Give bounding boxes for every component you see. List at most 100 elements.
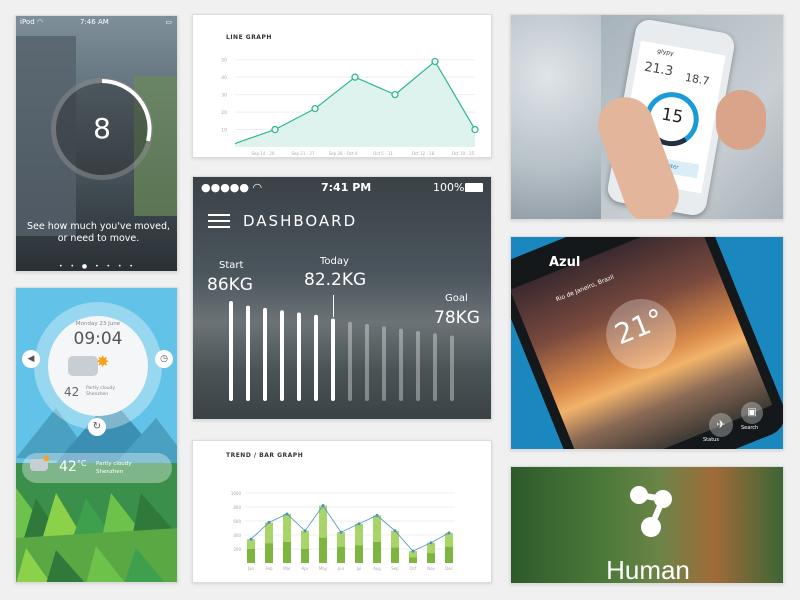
clock-city: Shenzhen xyxy=(86,392,109,397)
background-blur xyxy=(511,15,601,219)
weight-bar xyxy=(297,312,301,401)
weight-bar xyxy=(314,314,318,401)
clock-date: Monday 23 June xyxy=(75,321,121,327)
trend-bar-chart: 200 400 600 800 1000 Jan Feb Mar Apr May Jun Jul Aug… xyxy=(231,491,455,571)
line-graph-chart: 10 20 30 40 50 Sep 14 - 20 Sep 21 - 27 Sep 28 -… xyxy=(221,57,479,156)
bar-lower xyxy=(355,545,363,563)
weight-bar xyxy=(365,324,369,401)
data-point xyxy=(351,73,359,81)
dashboard-screen: ●●●●● ◠ 7:41 PM 100% DASHBOARD Start 86K… xyxy=(192,176,492,420)
weight-bar xyxy=(229,301,233,401)
x-tick-label: Jun xyxy=(337,566,345,571)
widget-sun-icon: ✸ xyxy=(42,454,51,465)
x-tick-label: Oct xyxy=(410,566,417,571)
trend-point xyxy=(375,513,379,517)
y-tick-label: 800 xyxy=(233,505,241,510)
trend-point xyxy=(339,530,343,534)
data-point xyxy=(471,125,479,134)
trend-bar-graph-card: TREND / BAR GRAPH 200 400 600 800 1000 Jan Feb… xyxy=(192,440,492,583)
weight-bar xyxy=(416,330,420,401)
data-point xyxy=(391,90,399,99)
status-label: Status xyxy=(703,437,719,443)
widget-temp: 42 xyxy=(59,459,77,475)
clock-time: 09:04 xyxy=(73,329,123,349)
thumb xyxy=(716,90,766,150)
x-tick-label: Sep 28 - Oct 4 xyxy=(329,151,358,156)
trend-point xyxy=(321,504,325,508)
page-dots[interactable]: • • ● • • • • xyxy=(16,263,177,270)
weight-bar xyxy=(263,307,267,401)
trend-point xyxy=(429,541,433,545)
human-app-card: Human xyxy=(510,466,784,584)
trend-point xyxy=(267,520,271,524)
weight-bar-chart xyxy=(229,301,454,401)
alarm-icon[interactable]: ◷ xyxy=(155,350,173,368)
trend-point xyxy=(447,531,451,535)
bar-lower xyxy=(391,547,399,563)
wifi-icon: ◠ xyxy=(36,18,43,26)
left-stat: 21.3 xyxy=(643,59,675,80)
bar-lower xyxy=(409,557,417,563)
trend-line xyxy=(250,504,450,552)
x-tick-label: Feb xyxy=(265,566,273,571)
y-tick-label: 1000 xyxy=(231,491,242,496)
trend-point xyxy=(357,522,361,526)
x-tick-label: Jan xyxy=(247,566,255,571)
y-tick-label: 600 xyxy=(233,519,241,524)
weight-bar xyxy=(280,310,284,401)
widget-unit: °C xyxy=(77,459,87,468)
trend-point xyxy=(411,549,415,553)
sound-icon[interactable]: ◀ xyxy=(22,350,40,368)
x-tick-label: Nov xyxy=(427,566,435,571)
bar-lower xyxy=(301,549,309,563)
sun-icon: ✸ xyxy=(96,352,110,371)
y-tick-label: 10 xyxy=(221,128,227,134)
weight-bar xyxy=(246,305,250,401)
weight-bar xyxy=(399,328,403,401)
line-graph-card: LINE GRAPH 10 20 30 40 50 Sep 14 - 20 Sep 21 -… xyxy=(192,14,492,158)
refresh-icon[interactable]: ↻ xyxy=(88,418,106,436)
activity-ring-value: 8 xyxy=(93,112,111,145)
y-tick-label: 200 xyxy=(233,547,241,552)
human-logo xyxy=(630,486,672,537)
data-point xyxy=(271,125,279,134)
y-tick-label: 400 xyxy=(233,533,241,538)
status-bar: iPod ◠ 7:46 AM ▭ xyxy=(20,18,176,30)
bar-lower xyxy=(319,537,327,563)
x-tick-label: Oct 12 - 18 xyxy=(412,151,435,156)
weight-bar xyxy=(382,326,386,401)
bar-lower xyxy=(337,546,345,563)
phone-photo-card: glypy 21.3 18.7 15 82% Water xyxy=(510,14,784,220)
x-tick-label: Oct 19 - 25 xyxy=(452,151,475,156)
weather-clock-screen: Monday 23 June 09:04 ✸ 42 Partly cloudy … xyxy=(15,287,178,583)
briefcase-icon[interactable]: ▣ xyxy=(741,402,763,424)
widget-condition: Partly cloudy xyxy=(96,461,132,467)
weight-bar xyxy=(433,333,437,401)
x-tick-label: Dec xyxy=(445,566,453,571)
trend-point xyxy=(393,529,397,533)
trend-point xyxy=(303,529,307,533)
right-stat: 18.7 xyxy=(684,70,711,89)
trend-point xyxy=(249,537,253,541)
x-tick-label: Sep xyxy=(391,566,399,571)
y-tick-label: 30 xyxy=(221,93,227,99)
weight-bar xyxy=(331,318,335,401)
weather-widget[interactable]: ✸ 42 °C Partly cloudy Shenzhen xyxy=(22,453,172,483)
brand-logo: Azul xyxy=(549,255,581,270)
bar-lower xyxy=(247,549,255,563)
cloud-icon xyxy=(68,356,98,376)
x-tick-label: Apr xyxy=(302,566,309,571)
activity-app-screen: iPod ◠ 7:46 AM ▭ 8 See how much you've m… xyxy=(15,15,178,272)
y-tick-label: 40 xyxy=(221,75,227,81)
device-label: iPod xyxy=(20,18,35,26)
search-label: Search xyxy=(741,425,759,431)
x-tick-label: Sep 14 - 20 xyxy=(252,151,275,156)
plane-icon[interactable]: ✈ xyxy=(709,413,733,437)
y-tick-label: 50 xyxy=(221,58,227,64)
bar-lower xyxy=(373,542,381,563)
weight-bar xyxy=(348,321,352,401)
x-tick-label: Aug xyxy=(373,566,381,571)
trend-point xyxy=(285,512,289,516)
data-point xyxy=(431,57,439,66)
azul-weather-card: 21° Azul Rio de Janeiro, Brazil ✈ ▣ Stat… xyxy=(510,236,784,450)
